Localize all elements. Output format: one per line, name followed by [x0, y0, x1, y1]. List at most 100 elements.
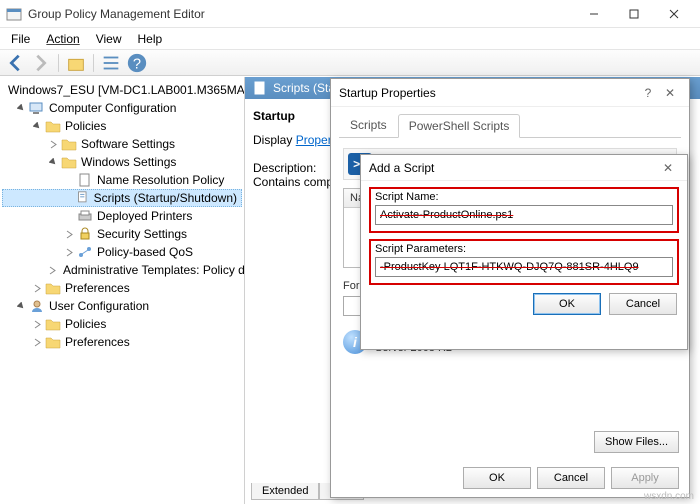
window-title: Group Policy Management Editor	[28, 7, 574, 21]
cancel-button[interactable]: Cancel	[609, 293, 677, 315]
close-button[interactable]: ✕	[659, 86, 681, 100]
apply-button[interactable]: Apply	[611, 467, 679, 489]
display-label: Display	[253, 133, 296, 147]
menu-help[interactable]: Help	[130, 30, 171, 48]
dialog-buttons: OK Cancel Apply	[463, 467, 679, 489]
printer-icon	[77, 209, 93, 223]
folder-icon	[45, 317, 61, 331]
expand-icon[interactable]	[48, 265, 57, 276]
tree-label: Administrative Templates: Policy de	[63, 263, 245, 277]
watermark: wsxdn.com	[644, 491, 694, 502]
toolbar: ?	[0, 50, 700, 76]
show-files-button[interactable]: Show Files...	[594, 431, 679, 453]
up-button[interactable]	[65, 52, 87, 74]
script-name-input[interactable]	[375, 205, 673, 225]
script-icon	[253, 81, 267, 95]
expand-icon[interactable]	[32, 283, 43, 294]
tree-qos[interactable]: Policy-based QoS	[2, 243, 242, 261]
expand-icon[interactable]	[64, 229, 75, 240]
expand-icon[interactable]	[64, 247, 75, 258]
collapse-icon[interactable]	[16, 301, 27, 312]
tree-label: User Configuration	[49, 299, 149, 313]
tree-policies-user[interactable]: Policies	[2, 315, 242, 333]
tree-label: Policies	[65, 317, 106, 331]
dialog-tabs: Scripts PowerShell Scripts	[339, 113, 681, 138]
tree-scripts[interactable]: Scripts (Startup/Shutdown)	[2, 189, 242, 207]
tab-powershell[interactable]: PowerShell Scripts	[398, 114, 521, 138]
tree-label: Name Resolution Policy	[97, 173, 224, 187]
tab-extended[interactable]: Extended	[251, 483, 319, 500]
tree-admin-templates[interactable]: Administrative Templates: Policy de	[2, 261, 242, 279]
tree-label: Preferences	[65, 335, 130, 349]
dialog-titlebar: Add a Script ✕	[361, 155, 687, 181]
tree-root-label: Windows7_ESU [VM-DC1.LAB001.M365MASTE	[8, 83, 245, 97]
folder-icon	[45, 335, 61, 349]
menu-file[interactable]: File	[3, 30, 38, 48]
expand-icon[interactable]	[48, 139, 59, 150]
app-icon	[6, 6, 22, 22]
list-button[interactable]	[100, 52, 122, 74]
tree-label: Preferences	[65, 281, 130, 295]
collapse-icon[interactable]	[48, 157, 59, 168]
folder-icon	[45, 119, 61, 133]
tree-software-settings[interactable]: Software Settings	[2, 135, 242, 153]
tree-label: Scripts (Startup/Shutdown)	[94, 191, 237, 205]
minimize-button[interactable]	[574, 0, 614, 28]
dialog-title: Add a Script	[369, 161, 657, 175]
script-params-input[interactable]	[375, 257, 673, 277]
tree-deployed-printers[interactable]: Deployed Printers	[2, 207, 242, 225]
dialog-titlebar: Startup Properties ? ✕	[331, 79, 689, 107]
close-button[interactable]	[654, 0, 694, 28]
add-script-dialog: Add a Script ✕ Script Name: Script Param…	[360, 154, 688, 350]
tree-label: Computer Configuration	[49, 101, 176, 115]
tree-pane: Windows7_ESU [VM-DC1.LAB001.M365MASTE Co…	[0, 77, 245, 504]
tree-label: Deployed Printers	[97, 209, 192, 223]
svg-text:?: ?	[133, 56, 141, 72]
tree-security-settings[interactable]: Security Settings	[2, 225, 242, 243]
collapse-icon[interactable]	[16, 103, 27, 114]
tree-label: Policy-based QoS	[97, 245, 193, 259]
tree-name-resolution[interactable]: Name Resolution Policy	[2, 171, 242, 189]
forward-button[interactable]	[30, 52, 52, 74]
dialog-title: Startup Properties	[339, 86, 637, 100]
tree-policies[interactable]: Policies	[2, 117, 242, 135]
maximize-button[interactable]	[614, 0, 654, 28]
network-icon	[77, 245, 93, 259]
doc-icon	[77, 173, 93, 187]
toolbar-separator	[58, 54, 59, 72]
menu-view[interactable]: View	[88, 30, 130, 48]
collapse-icon[interactable]	[32, 121, 43, 132]
tree-preferences-comp[interactable]: Preferences	[2, 279, 242, 297]
cancel-button[interactable]: Cancel	[537, 467, 605, 489]
ok-button[interactable]: OK	[533, 293, 601, 315]
tab-scripts[interactable]: Scripts	[339, 113, 398, 137]
tree-windows-settings[interactable]: Windows Settings	[2, 153, 242, 171]
lock-icon	[77, 227, 93, 241]
help-button[interactable]: ?	[126, 52, 148, 74]
computer-icon	[29, 101, 45, 115]
back-button[interactable]	[4, 52, 26, 74]
title-bar: Group Policy Management Editor	[0, 0, 700, 28]
script-params-label: Script Parameters:	[375, 243, 673, 255]
ok-button[interactable]: OK	[463, 467, 531, 489]
tree-label: Policies	[65, 119, 106, 133]
tree-preferences-user[interactable]: Preferences	[2, 333, 242, 351]
tree-label: Software Settings	[81, 137, 175, 151]
script-name-label: Script Name:	[375, 191, 673, 203]
expand-icon[interactable]	[32, 319, 43, 330]
folder-icon	[61, 137, 77, 151]
menu-action[interactable]: Action	[38, 30, 87, 48]
tree-user-config[interactable]: User Configuration	[2, 297, 242, 315]
script-name-group: Script Name:	[369, 187, 679, 233]
help-button[interactable]: ?	[637, 86, 659, 100]
tree-label: Windows Settings	[81, 155, 176, 169]
folder-icon	[45, 281, 61, 295]
script-params-group: Script Parameters:	[369, 239, 679, 285]
tree-root[interactable]: Windows7_ESU [VM-DC1.LAB001.M365MASTE	[2, 81, 242, 99]
toolbar-separator	[93, 54, 94, 72]
script-icon	[76, 191, 89, 205]
folder-icon	[61, 155, 77, 169]
close-button[interactable]: ✕	[657, 161, 679, 175]
expand-icon[interactable]	[32, 337, 43, 348]
tree-computer-config[interactable]: Computer Configuration	[2, 99, 242, 117]
